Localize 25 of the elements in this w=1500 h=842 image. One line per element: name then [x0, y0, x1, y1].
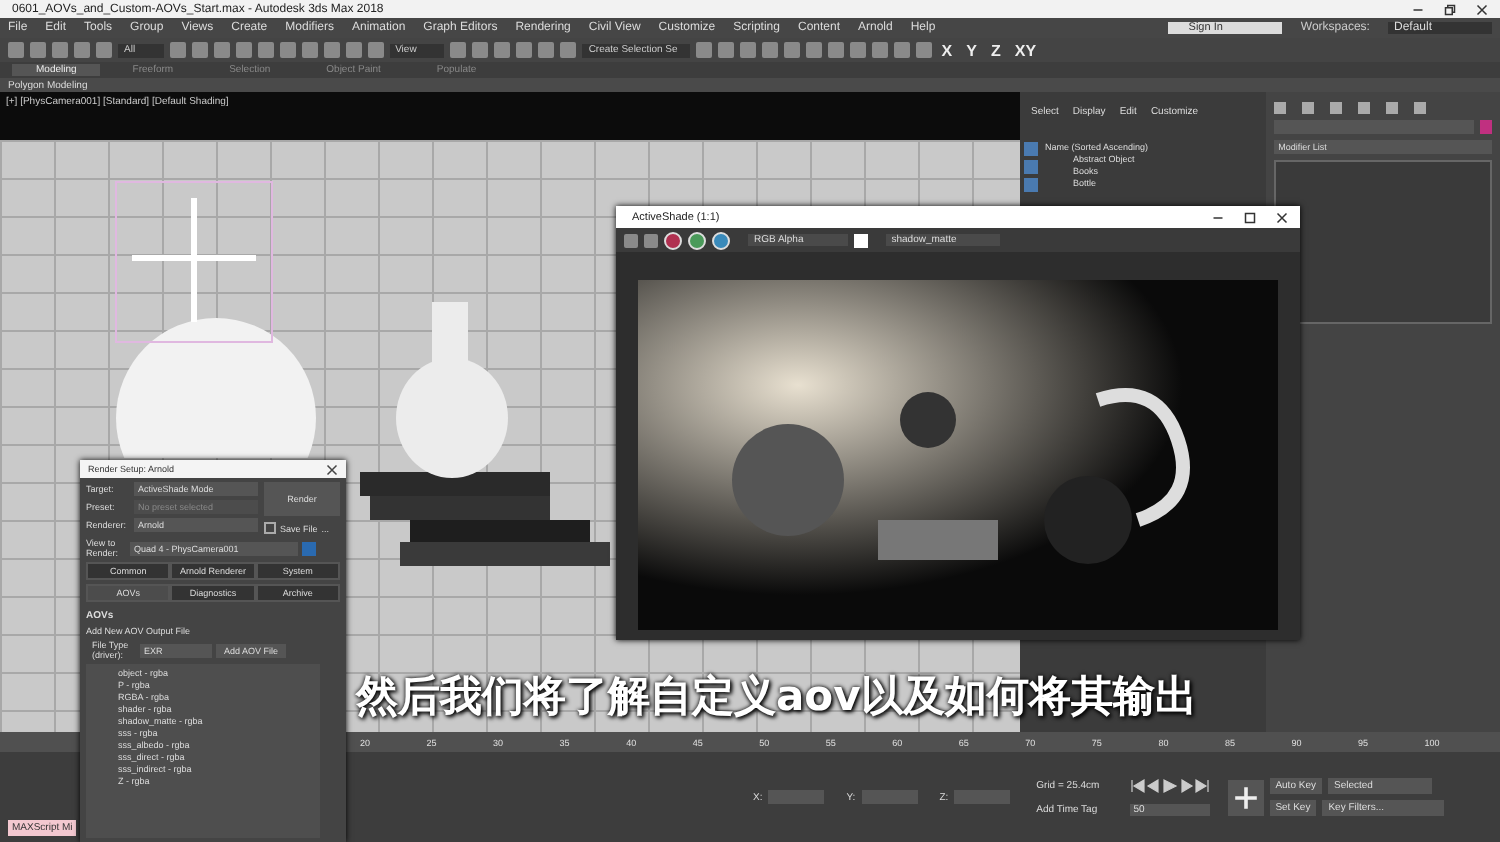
save-file-checkbox[interactable]	[264, 522, 276, 534]
minimize-icon[interactable]	[1412, 3, 1424, 15]
coordinate-field[interactable]	[768, 790, 825, 804]
command-panel-tab-icon[interactable]	[1274, 102, 1287, 114]
axis-button[interactable]: X	[937, 41, 957, 59]
minimize-icon[interactable]	[1212, 211, 1224, 223]
add-icon[interactable]	[1227, 779, 1264, 815]
command-panel-tab-icon[interactable]	[1414, 102, 1427, 114]
coordinate-field[interactable]	[954, 790, 1011, 804]
command-panel-tab-icon[interactable]	[1386, 102, 1399, 114]
command-panel-tab-icon[interactable]	[1358, 102, 1371, 114]
close-icon[interactable]	[1476, 3, 1488, 15]
color-swatch[interactable]	[1480, 120, 1492, 134]
playback-controls-icon[interactable]	[1129, 778, 1210, 794]
maximize-icon[interactable]	[1244, 211, 1256, 223]
restore-icon[interactable]	[1444, 3, 1456, 15]
close-icon[interactable]	[326, 463, 338, 475]
color-swatch[interactable]	[853, 233, 868, 247]
close-icon[interactable]	[1276, 211, 1288, 223]
command-panel-tab-icon[interactable]	[1302, 102, 1315, 114]
command-panel-tab-icon[interactable]	[1330, 102, 1343, 114]
axis-button[interactable]: Y	[962, 41, 981, 59]
coordinate-field[interactable]	[861, 790, 918, 804]
axis-button[interactable]: Z	[986, 41, 1005, 59]
axis-button[interactable]: XY	[1010, 41, 1041, 59]
